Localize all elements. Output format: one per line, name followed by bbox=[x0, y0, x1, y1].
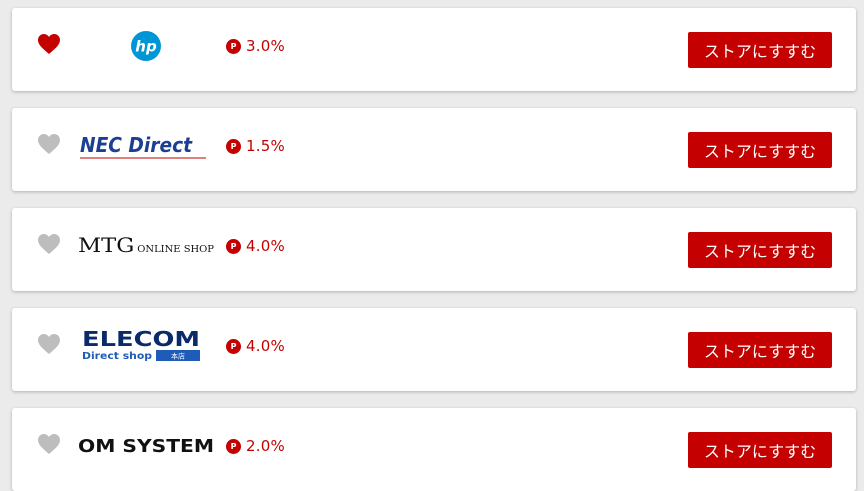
store-logo-elecom[interactable]: ELECOM Direct shop 本店 bbox=[78, 324, 214, 368]
favorite-heart-icon[interactable] bbox=[37, 433, 61, 455]
elecom-logo-text: ELECOM bbox=[82, 327, 200, 351]
hp-logo-icon: hp bbox=[131, 31, 161, 61]
go-to-store-button[interactable]: ストアにすすむ bbox=[688, 32, 832, 68]
point-badge-icon: P bbox=[226, 138, 241, 154]
points-rate: P 1.5% bbox=[226, 137, 285, 155]
point-badge-icon: P bbox=[226, 438, 241, 454]
nec-logo-text: NEC Direct bbox=[80, 133, 193, 157]
rate-text: 2.0% bbox=[246, 437, 285, 455]
store-card: ELECOM Direct shop 本店 P 4.0% ストアにすすむ bbox=[12, 308, 856, 391]
store-logo-nec-direct[interactable]: NEC Direct bbox=[78, 124, 214, 168]
store-card: OM SYSTEM P 2.0% ストアにすすむ bbox=[12, 408, 856, 491]
store-card: MTG ONLINE SHOP P 4.0% ストアにすすむ bbox=[12, 208, 856, 291]
go-to-store-button[interactable]: ストアにすすむ bbox=[688, 332, 832, 368]
mtg-logo-subtext: ONLINE SHOP bbox=[137, 244, 214, 255]
elecom-logo-tag: 本店 bbox=[171, 352, 185, 361]
rate-text: 4.0% bbox=[246, 237, 285, 255]
point-badge-icon: P bbox=[226, 338, 241, 354]
go-to-store-button[interactable]: ストアにすすむ bbox=[688, 132, 832, 168]
points-rate: P 4.0% bbox=[226, 337, 285, 355]
store-logo-hp[interactable]: hp bbox=[78, 24, 214, 68]
go-to-store-button[interactable]: ストアにすすむ bbox=[688, 232, 832, 268]
om-system-logo-text: OM SYSTEM bbox=[78, 437, 214, 457]
mtg-logo-text: MTG bbox=[78, 234, 134, 257]
store-card: NEC Direct P 1.5% ストアにすすむ bbox=[12, 108, 856, 191]
point-badge-icon: P bbox=[226, 38, 241, 54]
rate-text: 1.5% bbox=[246, 137, 285, 155]
store-logo-om-system[interactable]: OM SYSTEM bbox=[78, 424, 214, 468]
go-to-store-button[interactable]: ストアにすすむ bbox=[688, 432, 832, 468]
store-card: hp P 3.0% ストアにすすむ bbox=[12, 8, 856, 91]
rate-text: 4.0% bbox=[246, 337, 285, 355]
favorite-heart-icon[interactable] bbox=[37, 233, 61, 255]
elecom-logo-subtext: Direct shop bbox=[82, 351, 152, 362]
point-badge-icon: P bbox=[226, 238, 241, 254]
favorite-heart-icon[interactable] bbox=[37, 133, 61, 155]
favorite-heart-icon[interactable] bbox=[37, 33, 61, 55]
store-list: hp P 3.0% ストアにすすむ NEC Direct P 1.5% ストアに… bbox=[0, 0, 864, 491]
store-logo-mtg[interactable]: MTG ONLINE SHOP bbox=[78, 224, 214, 268]
points-rate: P 4.0% bbox=[226, 237, 285, 255]
rate-text: 3.0% bbox=[246, 37, 285, 55]
points-rate: P 2.0% bbox=[226, 437, 285, 455]
favorite-heart-icon[interactable] bbox=[37, 333, 61, 355]
hp-logo-text: hp bbox=[135, 38, 157, 56]
points-rate: P 3.0% bbox=[226, 37, 285, 55]
